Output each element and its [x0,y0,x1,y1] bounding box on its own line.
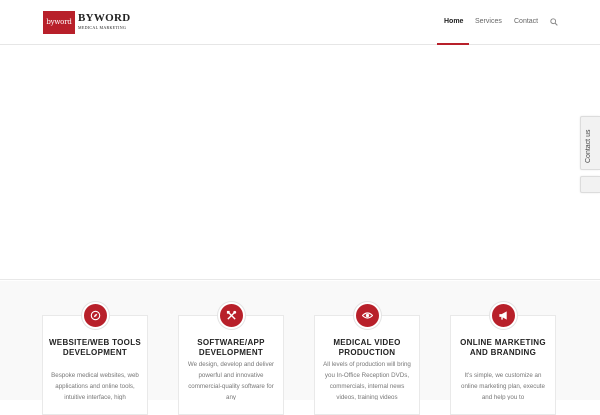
site-header: byword BYWORD MEDICAL MARKETING Home Ser… [0,0,600,45]
search-icon[interactable] [550,18,558,26]
brand-tagline: MEDICAL MARKETING [78,25,127,30]
service-title: Software/App Development [197,338,265,357]
hero-banner [0,45,600,280]
service-card-website[interactable] [42,315,148,415]
service-icon-website [82,302,109,329]
nav-services[interactable]: Services [475,0,502,45]
side-tab-secondary[interactable] [580,176,600,193]
brand-name: BYWORD [78,12,131,24]
service-icon-video [354,302,381,329]
nav-contact[interactable]: Contact [514,0,538,45]
service-card-marketing[interactable] [450,315,556,415]
eye-icon [362,312,373,319]
service-description: All levels of production will bring you … [323,361,411,400]
service-title: Medical Video Production [333,338,401,357]
service-title: Website/Web Tools Development [48,338,142,357]
service-title: Online Marketing and Branding [460,338,546,357]
tools-icon [226,310,237,320]
service-icon-marketing [490,302,517,329]
contact-us-tab-label: Contact us [585,129,592,163]
logo-mark: byword [43,11,75,34]
compass-icon [90,310,101,321]
service-description: We design, develop and deliver powerful … [187,361,275,400]
contact-us-tab[interactable]: Contact us [580,116,600,170]
brand-logo[interactable]: byword BYWORD MEDICAL MARKETING [43,11,130,34]
megaphone-icon [499,311,507,320]
service-icon-software [218,302,245,329]
service-description: Bespoke medical websites, web applicatio… [51,372,139,400]
service-description: It's simple, we customize an online mark… [461,372,545,400]
nav-home[interactable]: Home [444,0,463,45]
